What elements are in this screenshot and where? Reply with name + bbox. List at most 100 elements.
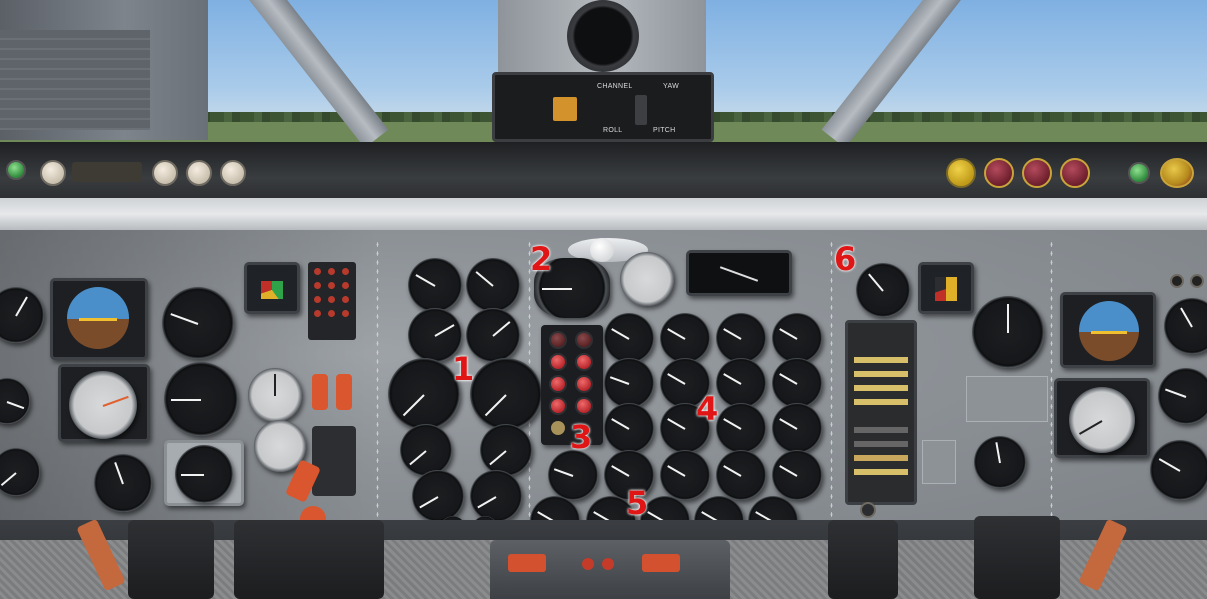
systems-gauge <box>604 403 654 453</box>
engine-gauge-icon <box>470 470 522 522</box>
systems-gauge <box>716 358 766 408</box>
glareshield-lip <box>0 198 1207 230</box>
pedestal-switch[interactable] <box>508 554 546 572</box>
lever-handle-2[interactable] <box>336 374 352 410</box>
fuel-quantity-tape <box>845 320 917 505</box>
systems-gauge <box>660 450 710 500</box>
instrument-gauge <box>856 263 910 317</box>
annunciator-lamp-icon[interactable] <box>575 353 593 371</box>
warning-button-4[interactable] <box>1060 158 1090 188</box>
attitude-indicator-icon <box>67 287 129 349</box>
systems-gauge <box>548 450 598 500</box>
airspeed-gauge <box>162 287 234 359</box>
annunciator-lamp-icon[interactable] <box>549 353 567 371</box>
instrument-gauge <box>94 454 152 512</box>
copilot-hsi-housing <box>1054 378 1150 458</box>
instrument-gauge <box>974 436 1026 488</box>
annunciator-lamp-icon[interactable] <box>575 331 593 349</box>
center-pedestal <box>490 540 730 599</box>
systems-gauge <box>772 358 822 408</box>
callout-number-6: 6 <box>834 240 857 278</box>
annunciator-lamp-icon[interactable] <box>549 397 567 415</box>
warning-button-3[interactable] <box>1022 158 1052 188</box>
glareshield-green-light[interactable] <box>6 160 26 180</box>
circuit-breaker-panel <box>308 262 356 340</box>
fuel-flow-display <box>686 250 792 296</box>
systems-gauge <box>604 313 654 363</box>
vertical-speed-gauge <box>175 445 233 503</box>
copilot-airspeed-gauge <box>972 296 1044 368</box>
rudder-pedal-right[interactable] <box>974 516 1060 599</box>
test-knob[interactable] <box>551 421 565 435</box>
glareshield-green-light-right[interactable] <box>1128 162 1150 184</box>
ap-label-pitch: PITCH <box>653 127 676 134</box>
torque-gauge-right <box>470 358 542 430</box>
lever-handle-1[interactable] <box>312 374 328 410</box>
altimeter-gauge <box>164 362 238 436</box>
rivet-row <box>830 240 833 520</box>
glareshield-button-2[interactable] <box>152 160 178 186</box>
callout-number-5: 5 <box>626 484 649 522</box>
radar-altimeter-copilot <box>918 262 974 314</box>
panel-indicator <box>1190 274 1204 288</box>
systems-gauge <box>716 313 766 363</box>
glareshield-button-3[interactable] <box>186 160 212 186</box>
annunciator-lamp-icon[interactable] <box>575 375 593 393</box>
itt-gauge-left <box>400 424 452 476</box>
control-column-left[interactable] <box>234 520 384 599</box>
attitude-indicator-icon <box>1079 301 1139 361</box>
torque-gauge-left <box>388 358 460 430</box>
rivet-row <box>376 240 379 520</box>
systems-gauge <box>772 313 822 363</box>
vsi-housing <box>164 440 244 506</box>
systems-gauge <box>772 403 822 453</box>
engine-gauge-icon <box>412 470 464 522</box>
annunciator-lamp-icon[interactable] <box>549 375 567 393</box>
pedestal-knob[interactable] <box>582 558 594 570</box>
callout-number-1: 1 <box>452 350 475 388</box>
callout-number-2: 2 <box>530 240 553 278</box>
control-column-right[interactable] <box>828 520 898 599</box>
warning-button-2[interactable] <box>984 158 1014 188</box>
pedestal-knob[interactable] <box>602 558 614 570</box>
instrument-gauge <box>1150 440 1207 500</box>
callout-number-3: 3 <box>570 418 593 456</box>
panel-knob[interactable] <box>860 502 876 518</box>
hsi-housing <box>58 364 150 442</box>
light-bulb <box>590 238 614 262</box>
systems-gauge <box>660 313 710 363</box>
callout-number-4: 4 <box>696 390 719 428</box>
engine-gauge-icon <box>408 258 462 312</box>
annunciator-lamp-icon[interactable] <box>575 397 593 415</box>
warning-button-1[interactable] <box>946 158 976 188</box>
placard <box>922 440 956 484</box>
cockpit-panel-view: CHANNEL YAW ROLL PITCH 1 2 3 4 5 6 <box>0 0 1207 599</box>
rivet-row <box>1050 240 1053 520</box>
autopilot-control-stick[interactable] <box>635 95 647 125</box>
itt-gauge-right <box>480 424 532 476</box>
trim-indicator <box>620 252 674 306</box>
systems-gauge <box>716 403 766 453</box>
rudder-pedal-left[interactable] <box>128 520 214 599</box>
engine-gauge-icon <box>466 258 520 312</box>
compass-icon <box>567 0 639 72</box>
hsi-icon <box>69 371 137 439</box>
instrument-gauge <box>1158 368 1207 424</box>
panel-indicator <box>1170 274 1184 288</box>
glareshield-button-4[interactable] <box>220 160 246 186</box>
systems-gauge <box>716 450 766 500</box>
pedestal-switch[interactable] <box>642 554 680 572</box>
ap-label-yaw: YAW <box>663 83 680 90</box>
glareshield-button-1[interactable] <box>40 160 66 186</box>
systems-gauge <box>772 450 822 500</box>
annunciator-lamp-icon[interactable] <box>549 331 567 349</box>
attitude-indicator-housing <box>50 278 148 360</box>
gear-lever-panel <box>312 426 356 496</box>
clock-gauge <box>248 368 302 422</box>
ap-label-channel: CHANNEL <box>597 83 633 90</box>
hangar-building <box>0 0 208 140</box>
copilot-attitude-housing <box>1060 292 1156 368</box>
ap-label-roll: ROLL <box>603 127 623 134</box>
radar-altimeter <box>244 262 300 314</box>
warning-button-5[interactable] <box>1160 158 1194 188</box>
